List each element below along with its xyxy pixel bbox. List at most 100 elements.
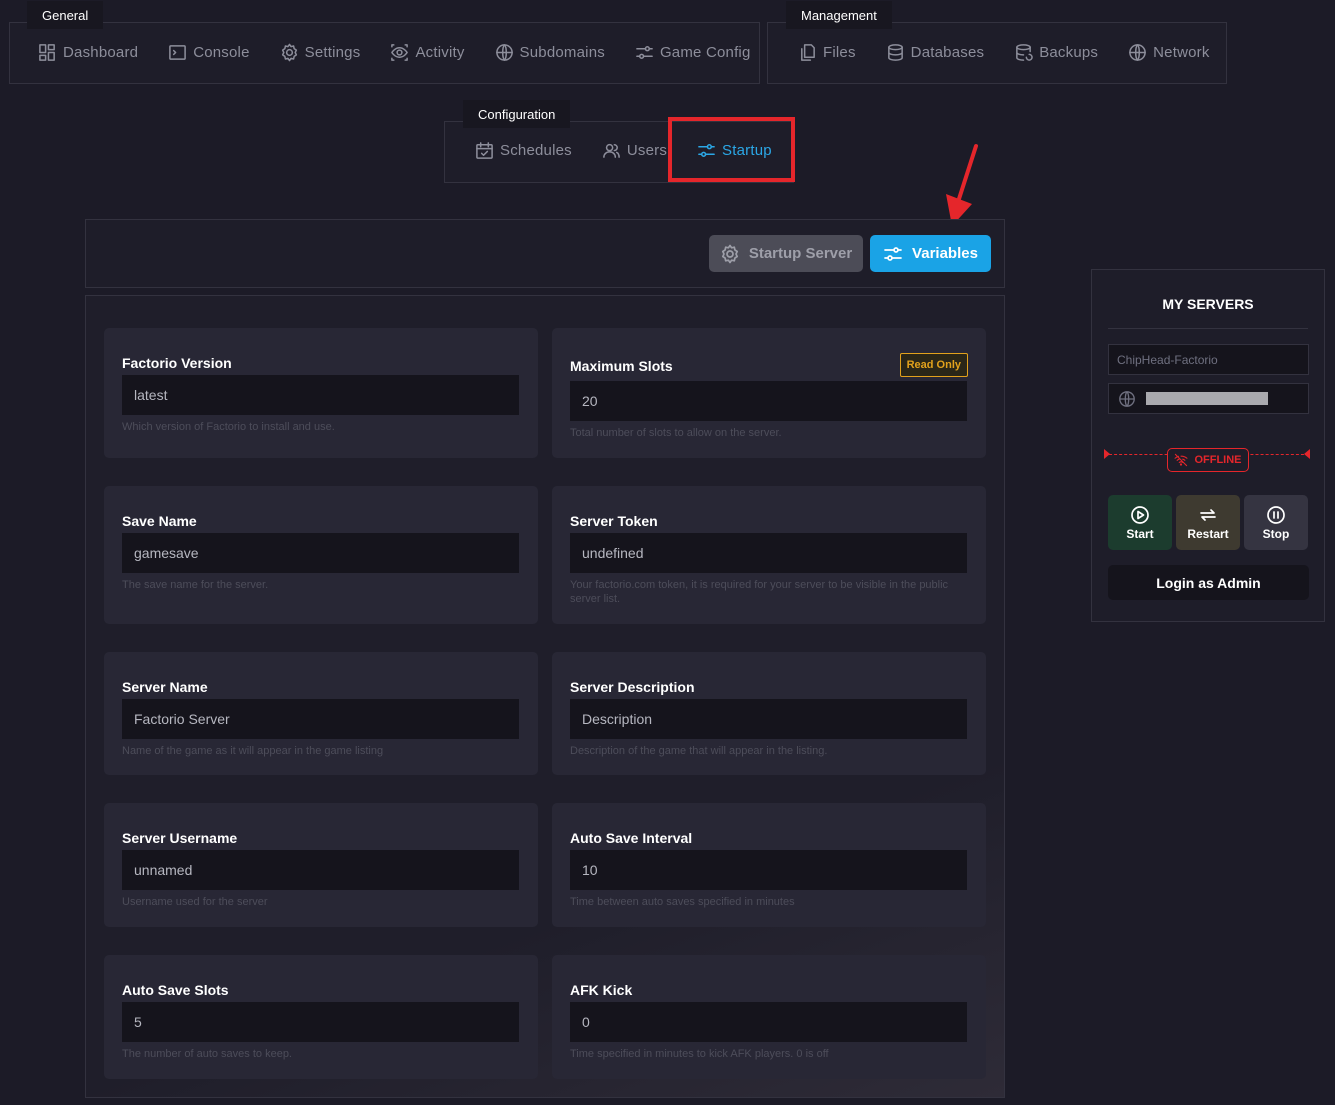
variable-card: Server Name Factorio Server Name of the … [104,652,538,775]
variable-title: Server Token [570,513,658,529]
nav-item-files[interactable]: Files [798,33,856,71]
my-servers-divider [1108,328,1308,329]
nav-item-users-label: Users [626,141,668,159]
nav-item-users[interactable]: Users [602,131,667,169]
restart-button[interactable]: Restart [1176,495,1240,550]
status-divider-cap-left [1104,449,1110,459]
variable-description: Total number of slots to allow on the se… [570,427,782,439]
variable-title: Factorio Version [122,355,232,371]
variable-input[interactable]: unnamed [122,850,519,890]
nav-item-network[interactable]: Network [1128,33,1209,71]
variable-description: Your factorio.com token, it is required … [570,579,949,605]
wifi-off-icon [1174,453,1188,467]
nav-item-subdomains[interactable]: Subdomains [495,33,605,71]
nav-item-network-label: Network [1153,43,1210,61]
nav-group-general-label: General [27,1,104,29]
variable-title: Auto Save Slots [122,982,229,998]
nav-item-game-config[interactable]: Game Config [635,33,751,71]
globe-icon [495,43,513,61]
users-icon [602,143,620,158]
variable-card: Save Name gamesave The save name for the… [104,486,538,624]
variable-description: The number of auto saves to keep. [122,1048,292,1060]
nav-item-game-config-label: Game Config [659,43,751,61]
variable-title: AFK Kick [570,982,633,998]
files-icon [801,43,815,61]
nav-item-console[interactable]: Console [168,33,249,71]
variable-input[interactable]: latest [122,375,519,415]
red-arrow-icon [946,144,978,226]
variable-card: Server Description Description Descripti… [552,652,986,775]
variable-input[interactable]: Description [570,699,967,739]
variable-input[interactable]: gamesave [122,533,519,573]
variables-button[interactable]: Variables [870,235,991,272]
variable-title: Save Name [122,513,197,529]
dashboard-icon [39,43,55,61]
nav-item-dashboard[interactable]: Dashboard [38,33,138,71]
gear-icon [281,43,297,61]
nav-item-subdomains-label: Subdomains [519,43,605,61]
variable-card: Maximum Slots Read Only 20 Total number … [552,328,986,458]
my-servers-panel: MY SERVERS ChipHead-Factorio OFFLINE Sta… [1091,269,1325,622]
variable-description: Time specified in minutes to kick AFK pl… [570,1048,829,1060]
variable-description: Which version of Factorio to install and… [122,421,335,433]
nav-item-databases-label: Databases [910,43,985,61]
start-label: Start [1126,526,1154,541]
stop-label: Stop [1262,526,1290,541]
pause-icon [1267,505,1285,524]
nav-item-dashboard-label: Dashboard [63,43,139,61]
variable-title: Server Name [122,679,208,695]
nav-item-schedules[interactable]: Schedules [475,131,572,169]
variable-card: Factorio Version latest Which version of… [104,328,538,458]
variable-input[interactable]: 5 [122,1002,519,1042]
variable-description: The save name for the server. [122,579,269,591]
nav-group-management: Management Files Databases Backups Netwo… [767,1,1227,84]
variable-card: Server Username unnamed Username used fo… [104,803,538,927]
gear-icon [721,244,738,263]
nav-item-activity[interactable]: Activity [390,33,464,71]
startup-toolbar: Startup Server Variables [85,219,1005,288]
variable-title: Server Username [122,830,238,846]
backup-icon [1016,43,1033,61]
nav-item-settings[interactable]: Settings [280,33,361,71]
variable-input[interactable]: 0 [570,1002,967,1042]
status-divider-cap-right [1304,449,1310,459]
variable-card: AFK Kick 0 Time specified in minutes to … [552,955,986,1079]
variables-panel: Factorio Version latest Which version of… [85,295,1005,1098]
play-icon [1131,505,1149,524]
variable-input[interactable]: Factorio Server [122,699,519,739]
variable-title: Maximum Slots [570,358,673,374]
variable-card: Auto Save Slots 5 The number of auto sav… [104,955,538,1079]
start-button[interactable]: Start [1108,495,1172,550]
eye-icon [391,43,409,61]
nav-item-backups[interactable]: Backups [1014,33,1098,71]
server-address-field [1108,383,1309,414]
database-icon [887,43,903,61]
repeat-icon [1200,508,1216,521]
nav-item-databases[interactable]: Databases [886,33,985,71]
variable-card: Auto Save Interval 10 Time between auto … [552,803,986,927]
server-name-field: ChipHead-Factorio [1108,344,1309,375]
sliders-icon [884,246,902,261]
startup-server-button[interactable]: Startup Server [709,235,863,272]
variable-input[interactable]: undefined [570,533,967,573]
console-icon [169,44,187,60]
globe-icon [1129,43,1146,61]
sliders-icon [636,45,653,59]
restart-label: Restart [1187,526,1229,541]
startup-server-label: Startup Server [748,245,853,262]
stop-button[interactable]: Stop [1244,495,1308,550]
login-as-admin-button[interactable]: Login as Admin [1108,565,1309,600]
variable-description: Description of the game that will appear… [570,745,828,757]
variable-description: Time between auto saves specified in min… [570,896,795,908]
status-text: OFFLINE [1194,454,1242,466]
variable-description: Name of the game as it will appear in th… [122,745,384,757]
variable-description: Username used for the server [122,896,268,908]
nav-item-schedules-label: Schedules [500,141,572,159]
status-badge: OFFLINE [1167,448,1249,472]
variable-input[interactable]: 10 [570,850,967,890]
nav-item-backups-label: Backups [1039,43,1099,61]
nav-item-files-label: Files [823,43,856,61]
nav-group-general: General Dashboard Console Settings Activ… [9,1,760,84]
nav-item-console-label: Console [193,43,250,61]
nav-group-configuration-label: Configuration [463,100,571,128]
